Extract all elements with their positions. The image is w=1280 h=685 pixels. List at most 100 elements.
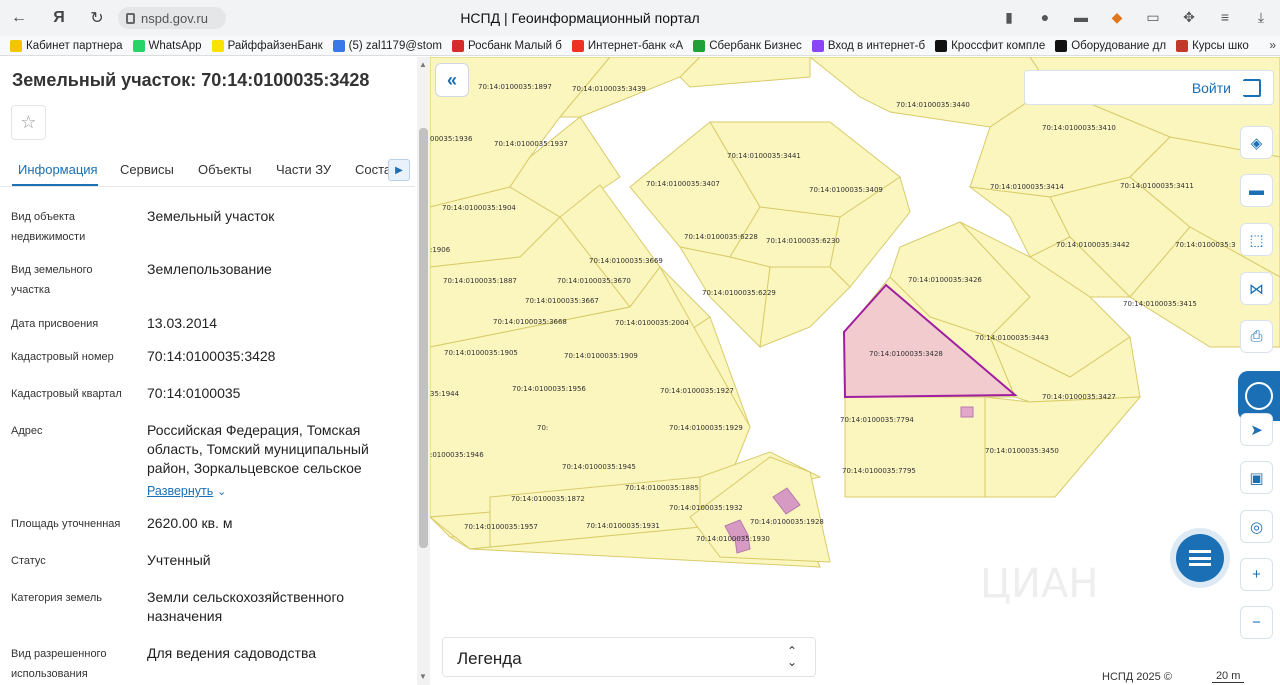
chat-button[interactable] [1176,534,1224,582]
zoom-in-icon[interactable]: + [1240,558,1273,591]
map-canvas[interactable]: ЦИАН 70:14:0100035:1897 70:14:0100035:343… [430,57,1280,685]
bookmark-favicon-icon [935,39,948,52]
print-icon[interactable]: ⎙ [1240,320,1273,353]
info-panel: Земельный участок: 70:14:0100035:3428 ☆ … [0,57,430,685]
bookmarks-bar: Кабинет партнера WhatsApp РайффайзенБанк (5… [0,36,1280,56]
menu-icon[interactable]: ≡ [1214,6,1236,28]
locate-icon[interactable]: ◎ [1240,510,1273,543]
bookmark-item[interactable]: Кабинет партнера [10,39,123,52]
scroll-up-icon[interactable]: ▲ [419,60,427,69]
collapse-panel-icon[interactable]: « [435,63,469,97]
tab-services[interactable]: Сервисы [120,162,174,177]
cadastral-map[interactable]: ЦИАН 70:14:0100035:1897 70:14:0100035:343… [430,57,1280,685]
parcel-label: 70:14:0100035:3426 [908,276,982,284]
parcel-label: 70:14:0100035:1904 [442,204,516,212]
bookmark-item[interactable]: РайффайзенБанк [211,39,323,52]
browser-toolbar: ← Я ↻ nspd.gov.ru НСПД | Геоинформационн… [0,0,1280,36]
map-watermark: ЦИАН [980,561,1098,607]
page-title: НСПД | Геоинформационный портал [460,10,700,26]
parcel-label: 70:14:0100035:3441 [727,152,801,160]
bookmark-favicon-icon [451,39,464,52]
parcel-label: 70:14:0100035:3 [1175,241,1236,249]
bookmarks-more-icon[interactable]: » [1269,38,1276,52]
field-value: Для ведения садоводства [147,645,317,661]
download-icon[interactable]: ⤓ [1250,6,1272,28]
parcel-label: 00035:1936 [430,135,473,143]
bookmark-label: Курсы шко [1192,39,1249,52]
bookmark-item[interactable]: Интернет-банк «А [571,39,683,52]
zoom-out-icon[interactable]: − [1240,606,1273,639]
bookmark-label: Оборудование дл [1071,39,1167,52]
tab-composition[interactable]: Соста [355,162,391,177]
extensions-icon[interactable]: ✥ [1178,6,1200,28]
parcel-label: 70:14:0100035:3667 [525,297,599,305]
expand-collapse-icon[interactable]: ⌃ ⌄ [787,645,797,668]
expand-link[interactable]: Развернуть ⌄ [147,481,397,502]
parcel-label: 70:14:0100035:7794 [840,416,914,424]
parcel-label: 70:14:0100035:3409 [809,186,883,194]
parcel-label: :1906 [430,246,451,254]
bookmark-label: WhatsApp [148,39,202,52]
field-label: Статус [11,555,46,567]
login-button[interactable]: Войти [1192,80,1231,96]
navigate-icon[interactable]: ➤ [1240,413,1273,446]
tab-parts[interactable]: Части ЗУ [276,162,331,177]
bookmark-item[interactable]: Сбербанк Бизнес [693,39,802,52]
parcel-label: 70:14:0100035:1931 [586,522,660,530]
parcel-label: 70:14:0100035:1957 [464,523,538,531]
battery-icon[interactable]: ▭ [1142,6,1164,28]
parcel-label: 70:14:0100035:3442 [1056,241,1130,249]
area-select-icon[interactable]: ⬚ [1240,223,1273,256]
parcel-label: 70:14:0100035:1885 [625,484,699,492]
parcel-label: 70:14:0100035:3440 [896,101,970,109]
bookmark-label: Росбанк Малый б [467,39,562,52]
field-value: 70:14:0100035:3428 [147,348,276,364]
parcel-label: 70:14:0100035:1945 [562,463,636,471]
bookmark-item[interactable]: Курсы шко [1176,39,1249,52]
parcel-label: 70:14:0100035:3443 [975,334,1049,342]
extension-icon-2[interactable]: ▬ [1070,6,1092,28]
favorite-star-icon[interactable]: ☆ [11,105,46,140]
bookmark-favicon-icon [811,39,824,52]
parcel-label: 70:14:0100035:1897 [478,83,552,91]
field-label: Кадастровый квартал [11,388,122,400]
share-icon[interactable]: ⋈ [1240,272,1273,305]
parcel-label: 70:14:0100035:3427 [1042,393,1116,401]
tabs-next-icon[interactable]: ▶ [388,159,410,181]
layers-icon[interactable]: ◈ [1240,126,1273,159]
copyright-text: НСПД 2025 © [1102,670,1172,683]
extension-icon-1[interactable]: ● [1034,6,1056,28]
parcel-label: 70:14:0100035:3439 [572,85,646,93]
field-value: Земельный участок [147,208,275,224]
minimap-icon[interactable]: ▣ [1240,461,1273,494]
bookmark-item[interactable]: (5) zal1179@stom [332,39,442,52]
field-label: Дата присвоения [11,318,99,330]
bookmark-item[interactable]: Вход в интернет-б [811,39,925,52]
bookmark-label: Сбербанк Бизнес [709,39,802,52]
panel-title: Земельный участок: 70:14:0100035:3428 [12,70,370,90]
login-icon[interactable] [1243,79,1261,97]
tab-objects[interactable]: Объекты [198,162,252,177]
legend-panel[interactable]: Легенда ⌃ ⌄ [442,637,816,677]
bookmark-item[interactable]: Росбанк Малый б [451,39,562,52]
bookmark-item[interactable]: WhatsApp [132,39,202,52]
panel-scrollbar-thumb[interactable] [419,128,428,548]
parcel-label: 70:14:0100035:3428 [869,350,943,358]
bookmark-item[interactable]: Оборудование дл [1055,39,1167,52]
bookmark-favicon-icon [10,39,22,52]
parcel-label: :0100035:1946 [430,451,484,459]
scroll-down-icon[interactable]: ▼ [419,672,427,681]
field-label: Вид разрешенного использования [11,648,107,680]
field-label: Площадь уточненная [11,518,121,530]
address-value: Российская Федерация, Томская область, Т… [147,422,369,476]
bookmark-icon[interactable]: ▮ [998,6,1020,28]
field-label: Категория земель [11,592,102,604]
ruler-icon[interactable]: ▬ [1240,174,1273,207]
metamask-icon[interactable]: ◆ [1106,6,1128,28]
bookmark-item[interactable]: Кроссфит компле [935,39,1045,52]
parcel-label: 70: [537,424,548,432]
tab-information[interactable]: Информация [18,162,98,177]
parcel-label: 70:14:0100035:1909 [564,352,638,360]
parcel-label: 35:1944 [430,390,460,398]
field-label: Вид объекта недвижимости [11,211,86,243]
